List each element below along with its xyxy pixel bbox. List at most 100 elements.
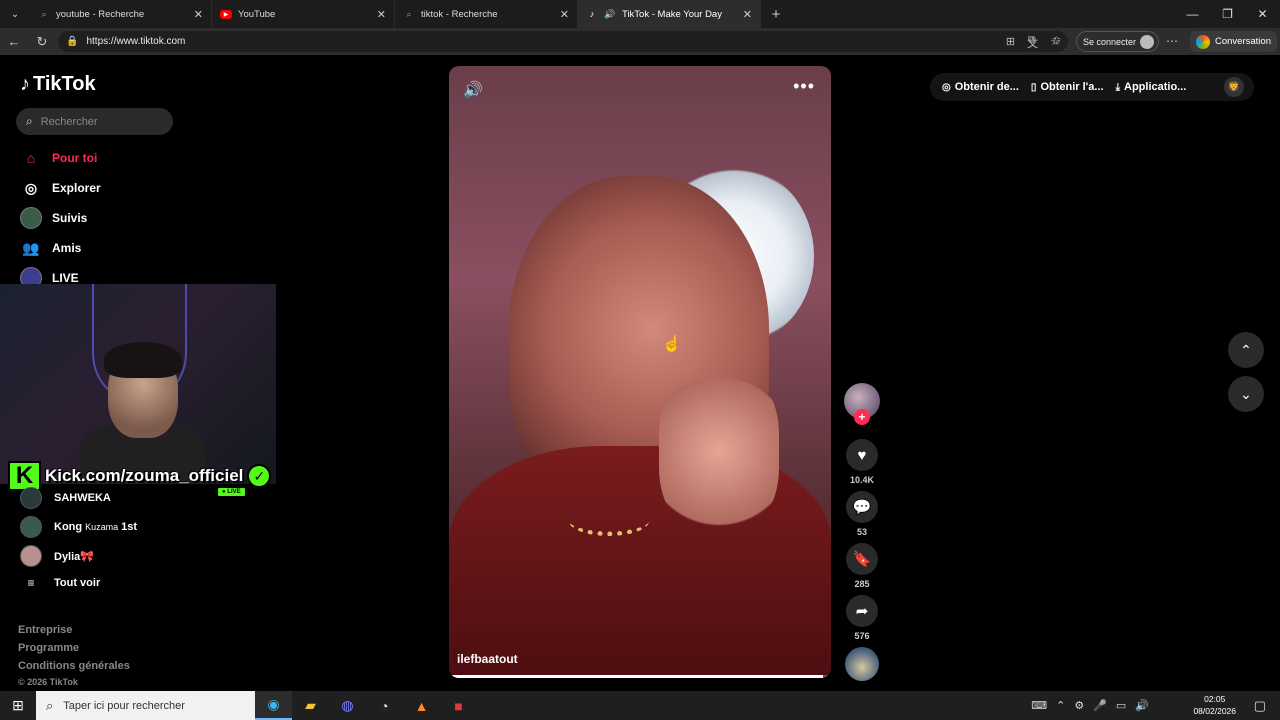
verified-check-icon: ✓ [247, 464, 272, 488]
tab-title: youtube - Recherche [56, 8, 145, 20]
keyboard-icon[interactable]: ⌨ [1031, 699, 1047, 712]
volume-icon[interactable]: 🔊 [1135, 699, 1149, 712]
following-account[interactable]: Kong Kuzama 1st [20, 516, 137, 538]
video-progress-bar[interactable] [449, 675, 831, 678]
signin-button[interactable]: Se connecter [1076, 31, 1160, 52]
restore-icon[interactable]: ❐ [1210, 0, 1245, 28]
home-icon: ⌂ [26, 150, 36, 166]
favorites-icon[interactable]: ✩ [1052, 34, 1061, 47]
nav-explore[interactable]: ◎ Explorer [20, 177, 101, 199]
following-account[interactable]: Dylia🎀 [20, 545, 94, 567]
close-icon[interactable]: ✕ [377, 8, 386, 21]
obs-studio-icon[interactable]: ◔ [366, 691, 403, 720]
footer-link[interactable]: Conditions générales [18, 660, 130, 672]
following-account[interactable]: SAHWEKA [20, 487, 111, 509]
account-subname: Kuzama [85, 522, 119, 532]
creator-avatar[interactable]: + [844, 383, 880, 425]
friends-icon: 👥 [22, 239, 40, 256]
get-coins-button[interactable]: ◎ Obtenir de... [942, 81, 1019, 93]
tray-chevron-up-icon[interactable]: ⌃ [1056, 699, 1065, 712]
account-name: SAHWEKA [54, 492, 111, 504]
profile-avatar[interactable]: 🦁 [1224, 77, 1244, 97]
top-button-label: Obtenir l'a... [1040, 81, 1104, 93]
new-tab-button[interactable]: + [761, 6, 791, 23]
search-icon: ⌕ [406, 8, 412, 19]
microphone-icon[interactable]: 🎤 [1093, 699, 1107, 712]
video-player[interactable]: 🔊 ••• ☝ ilefbaatout [449, 66, 831, 678]
video-author[interactable]: ilefbaatout [457, 652, 518, 666]
nav-label: LIVE [52, 271, 79, 285]
close-icon[interactable]: ✕ [560, 8, 569, 21]
edge-browser-icon[interactable]: ◉ [255, 691, 292, 720]
following-icon [20, 207, 42, 229]
notifications-icon[interactable]: ▢ [1254, 698, 1266, 714]
more-options-icon[interactable]: ••• [793, 76, 815, 97]
lock-icon[interactable]: 🔒 [66, 36, 78, 47]
close-window-icon[interactable]: ✕ [1245, 0, 1280, 28]
address-bar[interactable]: 🔒 https://www.tiktok.com ⊞ 文 ☆ [58, 31, 1068, 52]
more-options-icon[interactable]: ⋯ [1166, 34, 1178, 48]
search-icon: ⌕ [46, 697, 54, 713]
share-icon: ➦ [846, 595, 878, 627]
desktop-app-button[interactable]: ⤓ Applicatio... [1116, 81, 1187, 93]
system-clock[interactable]: 02:05 08/02/2026 [1193, 693, 1236, 717]
refresh-icon[interactable]: ↻ [28, 34, 56, 50]
follow-plus-icon[interactable]: + [854, 409, 870, 425]
extensions-icon[interactable]: ⧉ [1028, 34, 1036, 47]
phone-icon: ▯ [1030, 81, 1037, 93]
search-input[interactable]: ⌕ Rechercher [16, 108, 173, 135]
back-icon[interactable]: ← [0, 34, 28, 49]
download-icon: ⤓ [1115, 81, 1120, 93]
network-icon[interactable]: ▭ [1116, 699, 1126, 712]
tiktok-logo[interactable]: ♪ TikTok [20, 73, 96, 96]
get-app-button[interactable]: ▯ Obtenir l'a... [1031, 81, 1104, 93]
tab-youtube-search[interactable]: ⌕ youtube - Recherche ✕ [30, 0, 212, 28]
nav-friends[interactable]: 👥 Amis [20, 237, 81, 259]
share-count: 576 [854, 631, 870, 641]
music-disc-icon[interactable] [845, 647, 879, 681]
brand-name: TikTok [33, 73, 96, 95]
nav-for-you[interactable]: ⌂ Pour toi [20, 147, 98, 169]
webcam-overlay [0, 284, 276, 484]
nav-following[interactable]: Suivis [20, 207, 87, 229]
close-icon[interactable]: ✕ [194, 8, 203, 21]
like-button[interactable]: ♥ 10.4K [844, 439, 880, 485]
tiktok-icon: ♪ [20, 73, 30, 95]
tray-app-icon[interactable]: ⚙ [1074, 699, 1084, 712]
nav-label: Explorer [52, 181, 101, 195]
next-video-button[interactable]: ⌄ [1228, 376, 1264, 412]
previous-video-button[interactable]: ⌃ [1228, 332, 1264, 368]
discord-app-icon[interactable]: ◍ [329, 691, 366, 720]
footer-link[interactable]: Entreprise [18, 624, 72, 636]
minimize-icon[interactable]: — [1175, 0, 1210, 28]
share-button[interactable]: ➦ 576 [844, 595, 880, 641]
tab-actions-chevron-icon[interactable]: ⌄ [0, 9, 30, 20]
app-available-icon[interactable]: ⊞ [1006, 35, 1015, 51]
kick-channel-text: Kick.com/zouma_officiel [45, 466, 244, 485]
tab-tiktok[interactable]: ♪ 🔊 TikTok - Make Your Day ✕ [578, 0, 761, 28]
copilot-conversation-button[interactable]: Conversation [1190, 31, 1277, 52]
coin-icon: ◎ [942, 81, 951, 93]
speaker-icon[interactable]: 🔊 [604, 8, 616, 20]
video-progress-fill [449, 675, 824, 678]
account-suffix: 1st [121, 521, 138, 533]
taskbar-search-input[interactable]: ⌕ Taper ici pour rechercher [36, 691, 255, 720]
tab-youtube[interactable]: ▶ YouTube ✕ [212, 0, 395, 28]
app-orange-icon[interactable]: ▲ [403, 691, 440, 720]
see-all-link[interactable]: ≡ Tout voir [20, 576, 100, 590]
comment-button[interactable]: 💬 53 [844, 491, 880, 537]
footer-link[interactable]: Programme [18, 642, 79, 654]
app-red-icon[interactable]: ■ [440, 691, 477, 720]
volume-icon[interactable]: 🔊 [463, 80, 483, 100]
avatar [20, 516, 42, 538]
file-explorer-icon[interactable]: ▰ [292, 691, 329, 720]
profile-avatar-icon [1140, 34, 1155, 49]
bookmark-button[interactable]: 🔖 285 [844, 543, 880, 589]
like-count: 10.4K [849, 475, 875, 485]
close-icon[interactable]: ✕ [743, 8, 752, 21]
tab-title: tiktok - Recherche [421, 8, 498, 20]
live-label: LIVE [227, 489, 241, 495]
tiktok-page: ♪ TikTok ⌕ Rechercher ⌂ Pour toi ◎ Explo… [0, 55, 1280, 691]
windows-start-icon[interactable]: ⊞ [0, 697, 36, 714]
tab-tiktok-search[interactable]: ⌕ tiktok - Recherche ✕ [395, 0, 578, 28]
